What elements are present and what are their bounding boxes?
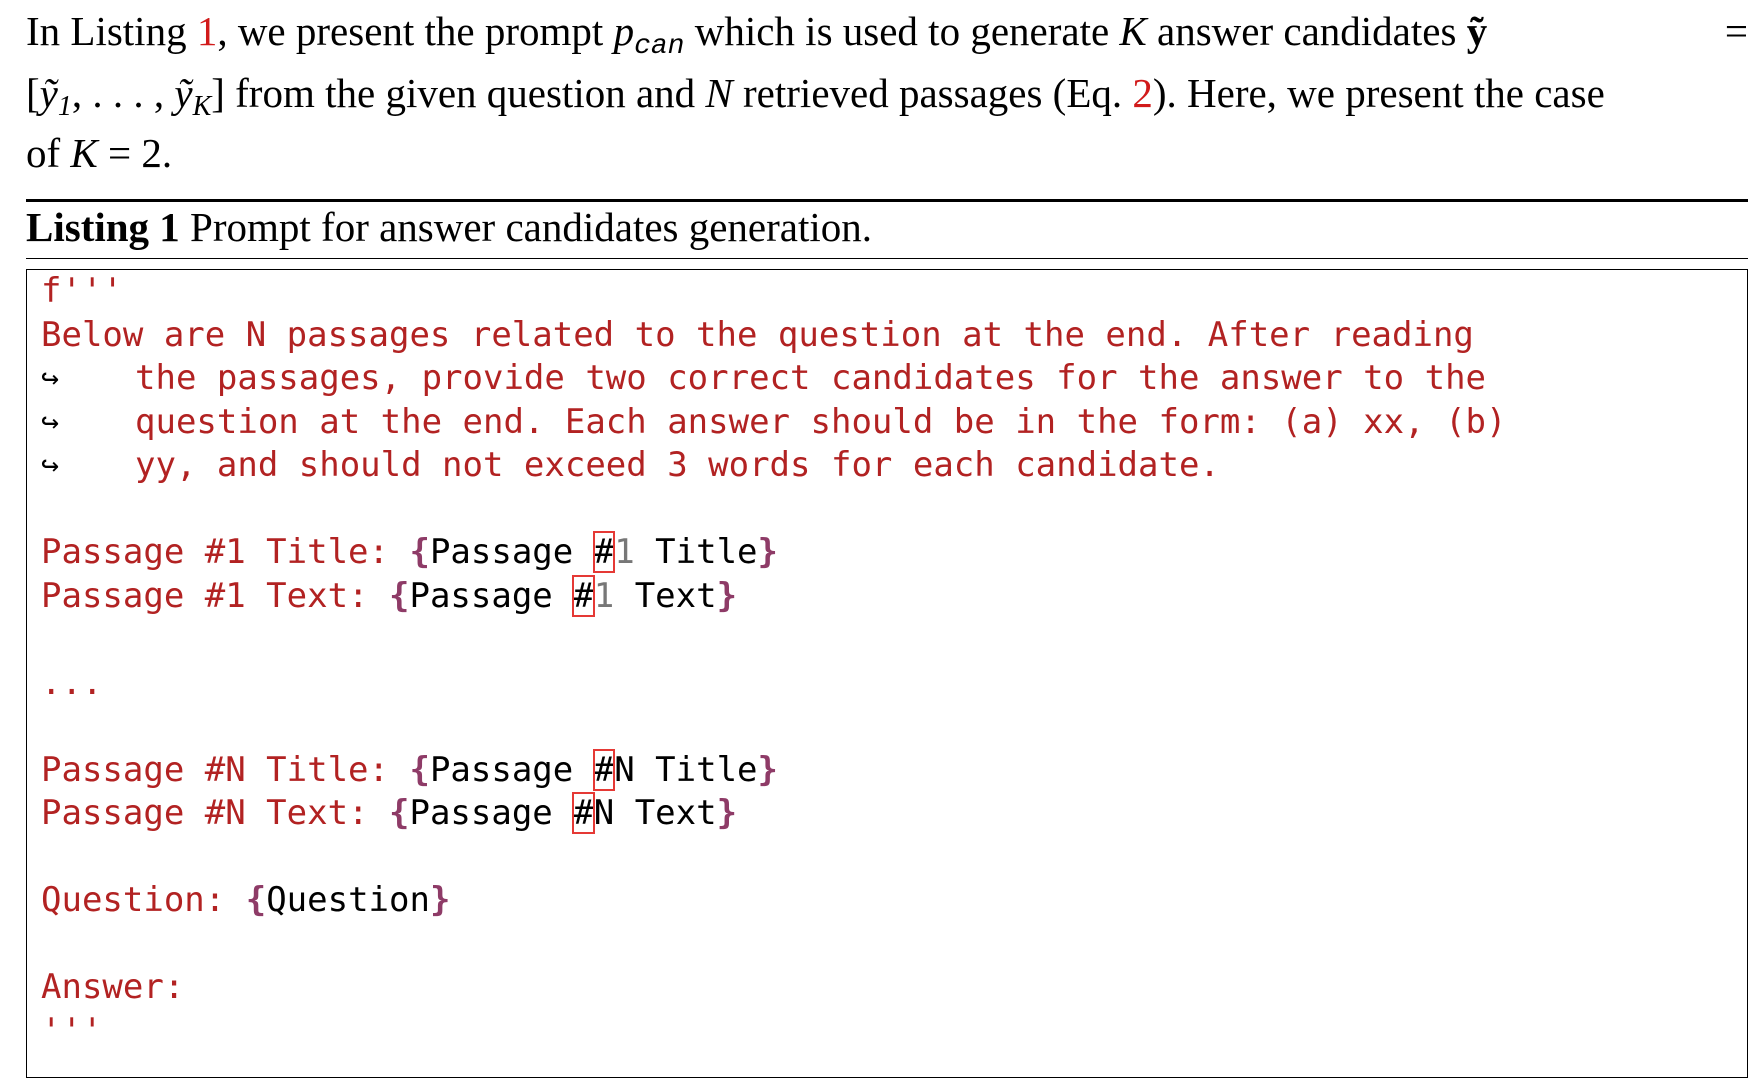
prompt-symbol: pcan — [613, 8, 685, 62]
listing-caption: Listing 1 Prompt for answer candidates g… — [26, 203, 1748, 251]
code-line-instruction-3: ↪ question at the end. Each answer should… — [41, 401, 1506, 445]
listing-caption-text: Prompt for answer candidates generation. — [179, 204, 873, 250]
intro-text: which is used to generate — [684, 8, 1120, 54]
intro-text: In Listing — [26, 8, 197, 54]
listing-top-rule — [26, 199, 1748, 202]
intro-text: ). Here, we present the case — [1152, 70, 1605, 116]
intro-text: , we present the prompt — [217, 8, 614, 54]
y1-symbol: ỹ1 — [39, 70, 72, 122]
line-continuation-icon: ↪ — [41, 448, 60, 483]
line-continuation-icon: ↪ — [41, 404, 60, 440]
code-line-passage-n-text: Passage #N Text: {Passage #N Text} — [41, 792, 738, 834]
highlighted-hash: # — [572, 792, 595, 834]
intro-line-3: of K = 2. — [26, 130, 173, 176]
intro-line-2: [ỹ1, . . . , ỹK] from the given question… — [26, 70, 1605, 122]
highlighted-hash: # — [592, 748, 616, 791]
listing-label: Listing 1 — [26, 204, 180, 250]
code-line-ellipsis: ... — [41, 662, 103, 703]
k-symbol: K — [70, 130, 98, 176]
code-line-answer: Answer: — [41, 967, 185, 1007]
intro-text: answer candidates — [1146, 8, 1467, 54]
yk-symbol: ỹK — [174, 70, 212, 122]
intro-paragraph: In Listing 1, we present the prompt pcan… — [26, 8, 1748, 177]
prompt-code: f''' Below are N passages related to the… — [41, 270, 1506, 1053]
code-line-passage-1-title: Passage #1 Title: {Passage #1 Title} — [41, 531, 778, 573]
k-symbol: K — [1119, 8, 1147, 54]
highlighted-hash: # — [592, 531, 616, 573]
code-line-passage-1-text: Passage #1 Text: {Passage #1 Text} — [41, 574, 738, 617]
intro-text: ] from the given question and — [211, 70, 706, 116]
y-vector-symbol: ỹ — [1466, 8, 1488, 54]
equals-sign: = — [1724, 8, 1748, 54]
code-line-open: f''' — [41, 271, 123, 311]
code-line-question: Question: {Question} — [41, 880, 451, 920]
highlighted-hash: # — [572, 574, 595, 617]
listing-reference-link[interactable]: 1 — [197, 8, 218, 54]
code-listing-box: f''' Below are N passages related to the… — [26, 269, 1748, 1078]
intro-text: retrieved passages (Eq. — [732, 70, 1133, 116]
code-line-instruction-2: ↪ the passages, provide two correct candi… — [41, 357, 1506, 401]
equation-reference-link[interactable]: 2 — [1132, 70, 1153, 116]
code-line-instruction-4: ↪ yy, and should not exceed 3 words for e… — [41, 444, 1506, 488]
code-line-close: ''' — [41, 1010, 103, 1051]
n-symbol: N — [705, 70, 733, 116]
code-line-passage-n-title: Passage #N Title: {Passage #N Title} — [41, 748, 778, 791]
code-line-instruction-1: Below are N passages related to the ques… — [41, 314, 1474, 355]
intro-line-1: In Listing 1, we present the prompt pcan… — [26, 8, 1748, 70]
listing-caption-rule — [26, 258, 1748, 259]
line-continuation-icon: ↪ — [41, 361, 60, 396]
